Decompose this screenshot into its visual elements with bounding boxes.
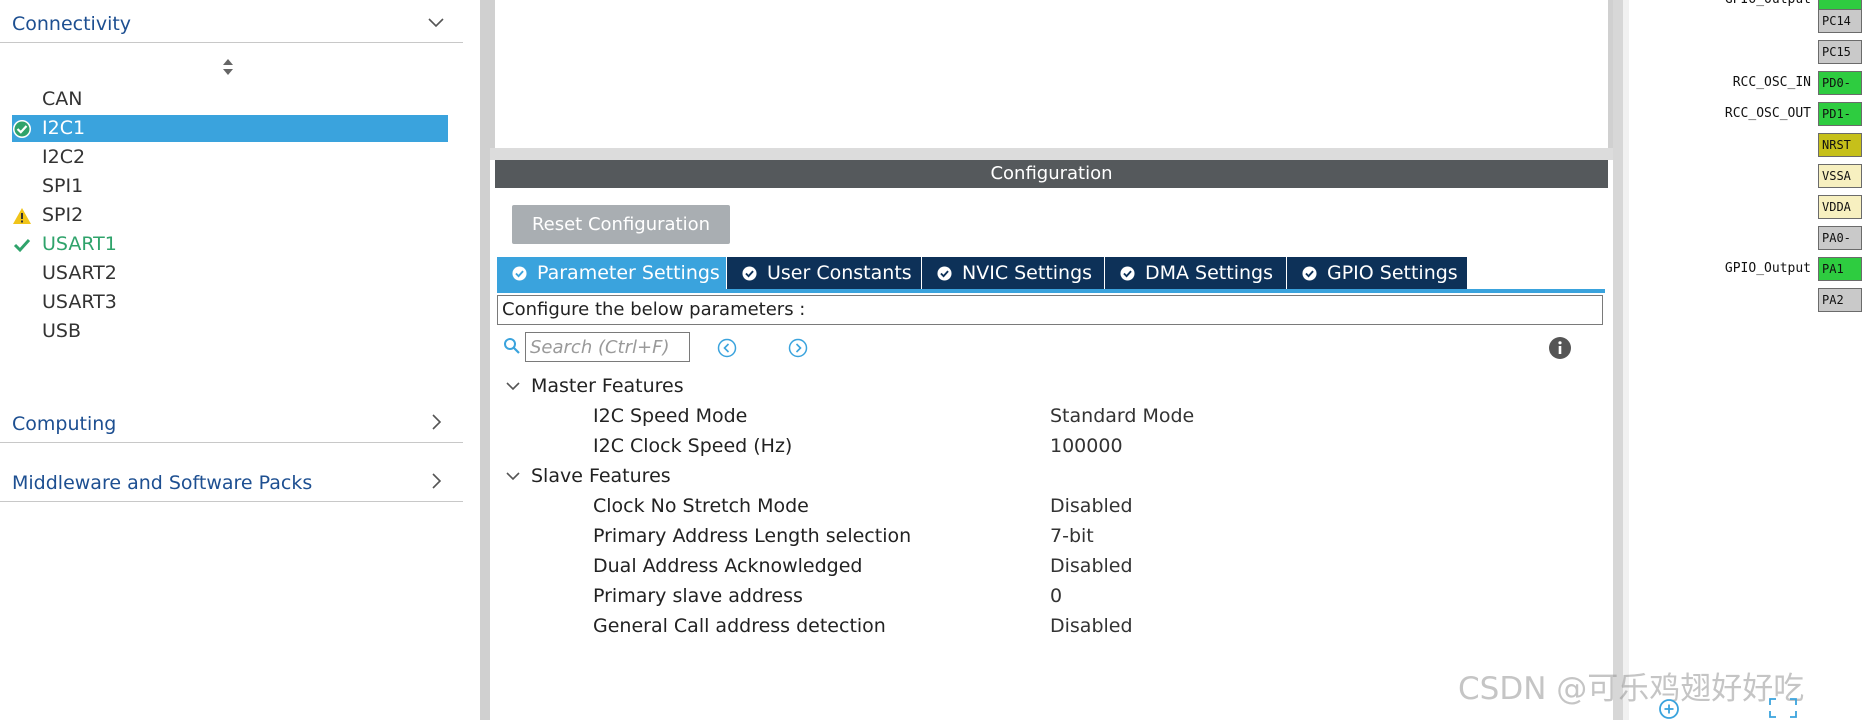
pin-vdda[interactable]: VDDA	[1818, 195, 1862, 219]
previous-match-icon[interactable]	[717, 338, 737, 358]
pin-pa0[interactable]: PA0-	[1818, 226, 1862, 250]
categories-panel: Connectivity CAN I2C1 I2C2 SPI1 SPI2 USA…	[0, 0, 470, 720]
peripheral-label: CAN	[42, 88, 83, 110]
mode-panel	[490, 0, 1613, 148]
param-value[interactable]: 100000	[1050, 432, 1123, 460]
check-circle-icon	[937, 266, 952, 281]
check-circle-icon	[13, 120, 31, 138]
zoom-in-icon[interactable]	[1657, 697, 1681, 721]
param-name: Primary slave address	[593, 585, 803, 607]
tab-label: User Constants	[767, 262, 912, 284]
param-name: Primary Address Length selection	[593, 525, 912, 547]
param-value[interactable]: Standard Mode	[1050, 402, 1194, 430]
param-value[interactable]: 7-bit	[1050, 522, 1094, 550]
search-input[interactable]	[525, 332, 690, 362]
splitter[interactable]	[480, 0, 490, 720]
next-match-icon[interactable]	[788, 338, 808, 358]
param-name: Clock No Stretch Mode	[593, 495, 809, 517]
tab-nvic-settings[interactable]: NVIC Settings	[922, 257, 1104, 289]
check-circle-icon	[1120, 266, 1135, 281]
category-middleware[interactable]: Middleware and Software Packs	[0, 461, 463, 502]
peripheral-item-spi2[interactable]: SPI2	[12, 202, 448, 229]
configuration-title: Configuration	[495, 160, 1608, 188]
pin-nrst[interactable]: NRST	[1818, 133, 1862, 157]
reset-configuration-button[interactable]: Reset Configuration	[512, 205, 730, 244]
pin-pa1[interactable]: PA1	[1818, 257, 1862, 281]
chevron-down-icon	[506, 382, 520, 391]
param-name: Dual Address Acknowledged	[593, 555, 863, 577]
peripheral-item-usart2[interactable]: USART2	[12, 260, 448, 287]
tab-gpio-settings[interactable]: GPIO Settings	[1287, 257, 1467, 289]
peripheral-item-spi1[interactable]: SPI1	[12, 173, 448, 200]
chevron-right-icon	[432, 473, 442, 489]
tab-user-constants[interactable]: User Constants	[727, 257, 921, 289]
tab-label: GPIO Settings	[1327, 262, 1458, 284]
peripheral-label: USART1	[42, 233, 117, 255]
pin-pd0[interactable]: PD0-	[1818, 71, 1862, 95]
pin-signal-label: GPIO_Output	[1725, 0, 1811, 12]
param-name: I2C Speed Mode	[593, 405, 748, 427]
peripheral-label: USART3	[42, 291, 117, 313]
peripheral-label: I2C1	[42, 117, 86, 139]
tab-parameter-settings[interactable]: Parameter Settings	[497, 257, 726, 289]
pin-signal-label: RCC_OSC_OUT	[1724, 106, 1811, 121]
pin-pd1[interactable]: PD1-	[1818, 102, 1862, 126]
tab-underline	[497, 289, 1605, 293]
fit-to-screen-icon[interactable]	[1768, 697, 1798, 719]
pin-pc15[interactable]: PC15	[1818, 40, 1862, 64]
peripheral-label: USART2	[42, 262, 117, 284]
peripheral-item-usart3[interactable]: USART3	[12, 289, 448, 316]
pin-signal-label: GPIO_Output	[1724, 261, 1811, 276]
check-circle-icon	[1302, 266, 1317, 281]
category-connectivity[interactable]: Connectivity	[0, 2, 463, 43]
splitter[interactable]	[1613, 0, 1623, 720]
category-label: Computing	[12, 413, 117, 435]
pin-pc14[interactable]: PC14	[1818, 9, 1862, 33]
check-circle-icon	[512, 266, 527, 281]
pin-signal-label: RCC_OSC_IN	[1732, 75, 1811, 90]
peripheral-item-usb[interactable]: USB	[12, 318, 448, 345]
chevron-right-icon	[432, 414, 442, 430]
peripheral-label: I2C2	[42, 146, 86, 168]
tab-label: DMA Settings	[1145, 262, 1273, 284]
sort-icon[interactable]	[221, 58, 235, 76]
param-value[interactable]: Disabled	[1050, 492, 1133, 520]
pin-pa2[interactable]: PA2	[1818, 288, 1862, 312]
pin-vssa[interactable]: VSSA	[1818, 164, 1862, 188]
category-label: Middleware and Software Packs	[12, 472, 313, 494]
tab-label: NVIC Settings	[962, 262, 1093, 284]
checkmark-icon	[13, 238, 31, 253]
info-icon[interactable]	[1548, 336, 1572, 360]
tab-label: Parameter Settings	[537, 262, 720, 284]
peripheral-item-can[interactable]: CAN	[12, 86, 448, 113]
chevron-down-icon	[428, 18, 444, 28]
search-icon	[504, 338, 520, 354]
peripheral-label: USB	[42, 320, 82, 342]
param-value[interactable]: Disabled	[1050, 552, 1133, 580]
panel-divider[interactable]	[490, 148, 1613, 160]
group-label: Slave Features	[531, 465, 671, 487]
peripheral-label: SPI1	[42, 175, 84, 197]
category-computing[interactable]: Computing	[0, 402, 463, 443]
param-name: I2C Clock Speed (Hz)	[593, 435, 793, 457]
group-label: Master Features	[531, 375, 684, 397]
category-label: Connectivity	[12, 13, 132, 35]
check-circle-icon	[742, 266, 757, 281]
peripheral-item-usart1[interactable]: USART1	[12, 231, 448, 258]
configure-instructions: Configure the below parameters :	[497, 295, 1603, 325]
peripheral-item-i2c1[interactable]: I2C1	[12, 115, 448, 142]
chevron-down-icon	[506, 472, 520, 481]
tab-dma-settings[interactable]: DMA Settings	[1105, 257, 1286, 289]
param-value[interactable]: Disabled	[1050, 612, 1133, 640]
param-name: General Call address detection	[593, 615, 886, 637]
param-value[interactable]: 0	[1050, 582, 1062, 610]
peripheral-label: SPI2	[42, 204, 84, 226]
peripheral-item-i2c2[interactable]: I2C2	[12, 144, 448, 171]
watermark: CSDN @可乐鸡翅好好吃	[1458, 671, 1805, 707]
warning-icon	[13, 208, 31, 224]
